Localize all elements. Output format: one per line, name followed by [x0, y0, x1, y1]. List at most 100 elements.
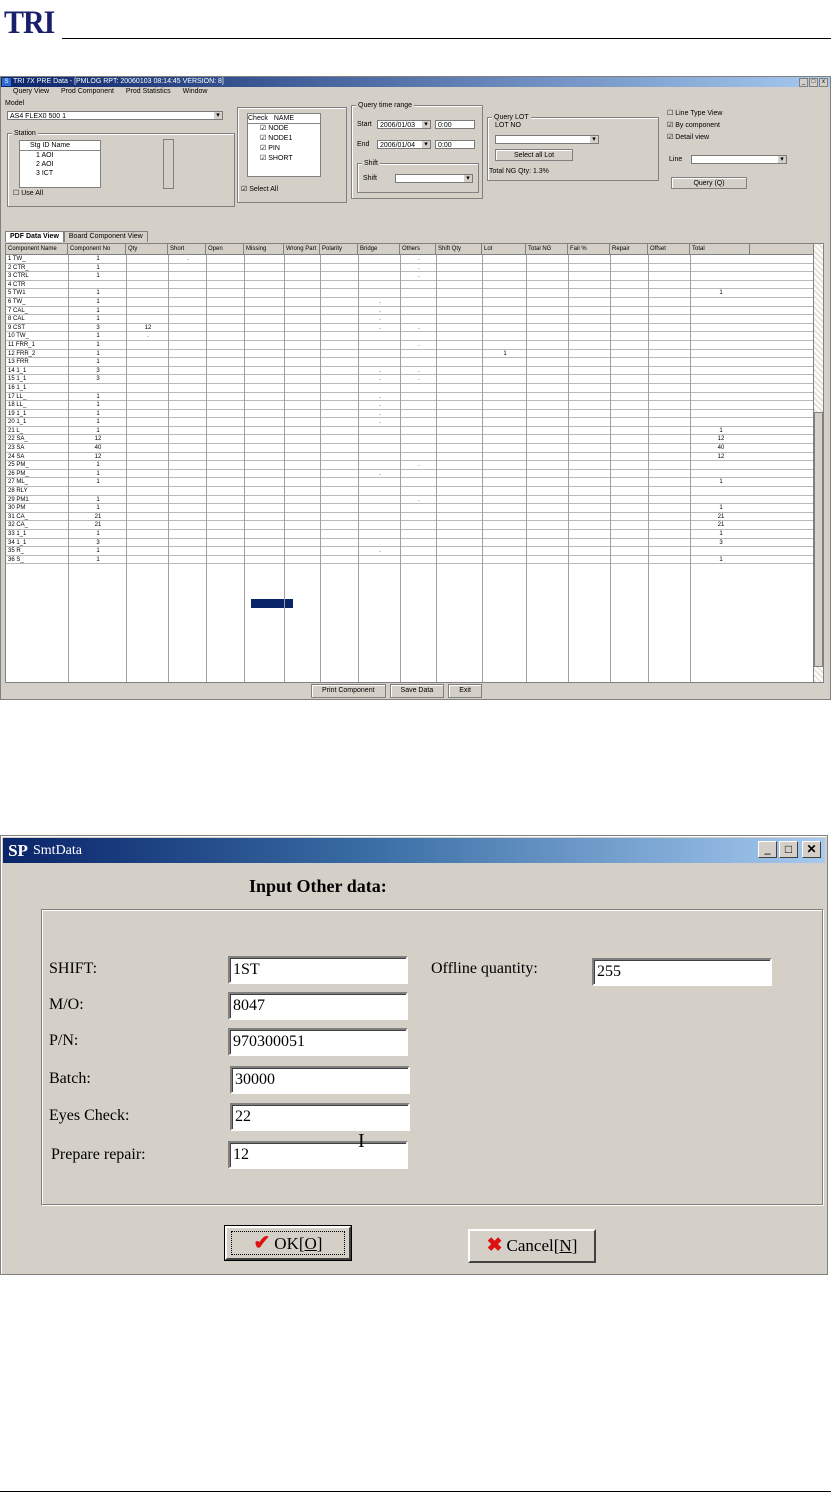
table-cell[interactable] [400, 453, 436, 461]
table-cell[interactable]: . [400, 461, 436, 469]
table-cell[interactable]: . [358, 315, 400, 323]
table-cell[interactable] [358, 255, 400, 263]
table-cell[interactable] [206, 453, 244, 461]
table-row[interactable]: 9 CST 3 12.. [6, 324, 813, 333]
table-cell[interactable] [206, 478, 244, 486]
table-cell[interactable]: 35 R_ [6, 547, 68, 555]
table-cell[interactable] [610, 435, 648, 443]
table-cell[interactable] [610, 367, 648, 375]
table-cell[interactable] [436, 358, 482, 366]
table-cell[interactable] [482, 341, 526, 349]
table-cell[interactable] [320, 461, 358, 469]
table-cell[interactable] [482, 255, 526, 263]
table-cell[interactable]: 3 [68, 375, 126, 383]
table-cell[interactable] [610, 358, 648, 366]
table-cell[interactable] [244, 539, 284, 547]
table-row[interactable]: 12 FRR_2 1 1 [6, 350, 813, 359]
table-cell[interactable] [526, 410, 568, 418]
table-cell[interactable] [436, 461, 482, 469]
table-cell[interactable] [168, 478, 206, 486]
table-cell[interactable] [320, 556, 358, 564]
table-cell[interactable]: 11 FRR_1 [6, 341, 68, 349]
table-cell[interactable] [206, 324, 244, 332]
table-cell[interactable]: 1 [68, 289, 126, 297]
table-cell[interactable] [168, 453, 206, 461]
table-cell[interactable] [568, 307, 610, 315]
table-cell[interactable] [526, 487, 568, 495]
table-cell[interactable] [526, 470, 568, 478]
table-cell[interactable] [648, 307, 690, 315]
table-row[interactable]: 31 CA_ 21 21 [6, 513, 813, 522]
table-cell[interactable] [206, 461, 244, 469]
table-cell[interactable]: 12 [126, 324, 168, 332]
table-cell[interactable] [244, 315, 284, 323]
mo-input[interactable]: 8047 [228, 992, 408, 1020]
table-cell[interactable] [244, 341, 284, 349]
table-cell[interactable] [482, 539, 526, 547]
table-cell[interactable] [526, 315, 568, 323]
table-cell[interactable]: . [358, 418, 400, 426]
table-cell[interactable] [568, 461, 610, 469]
table-cell[interactable] [648, 470, 690, 478]
table-cell[interactable] [400, 435, 436, 443]
table-cell[interactable]: 1 [68, 272, 126, 280]
table-cell[interactable] [244, 453, 284, 461]
table-cell[interactable] [400, 427, 436, 435]
table-cell[interactable] [400, 513, 436, 521]
table-cell[interactable] [126, 496, 168, 504]
table-cell[interactable]: 1 [68, 315, 126, 323]
table-cell[interactable]: 1 [68, 264, 126, 272]
table-cell[interactable] [244, 547, 284, 555]
table-cell[interactable] [358, 289, 400, 297]
table-cell[interactable]: 2 CTR_ [6, 264, 68, 272]
table-cell[interactable] [568, 496, 610, 504]
table-cell[interactable] [284, 315, 320, 323]
table-cell[interactable] [206, 547, 244, 555]
table-cell[interactable] [168, 547, 206, 555]
table-cell[interactable] [206, 367, 244, 375]
table-cell[interactable] [436, 332, 482, 340]
table-cell[interactable] [610, 315, 648, 323]
table-cell[interactable]: 5 TW1 [6, 289, 68, 297]
table-cell[interactable] [690, 547, 750, 555]
table-cell[interactable] [648, 444, 690, 452]
table-cell[interactable] [126, 393, 168, 401]
table-cell[interactable] [690, 401, 750, 409]
table-cell[interactable] [482, 272, 526, 280]
table-row[interactable]: 35 R_ 1. [6, 547, 813, 556]
table-cell[interactable] [526, 513, 568, 521]
table-cell[interactable] [320, 324, 358, 332]
table-cell[interactable]: . [400, 367, 436, 375]
table-cell[interactable] [126, 556, 168, 564]
grid-column-header[interactable]: Total [690, 244, 750, 254]
table-cell[interactable]: 40 [690, 444, 750, 452]
shift-select[interactable] [395, 174, 473, 183]
table-cell[interactable]: 40 [68, 444, 126, 452]
table-cell[interactable]: 1 [68, 556, 126, 564]
table-cell[interactable] [482, 289, 526, 297]
table-cell[interactable] [526, 272, 568, 280]
table-cell[interactable] [284, 393, 320, 401]
table-row[interactable]: 26 PM_ 1. [6, 470, 813, 479]
column-list[interactable]: Check NAME ☑ NODE ☑ NODE1 ☑ PIN ☑ SHORT [247, 113, 321, 177]
table-row[interactable]: 13 FRR 1 [6, 358, 813, 367]
table-cell[interactable]: 1 [690, 427, 750, 435]
table-cell[interactable]: 22 SA_ [6, 435, 68, 443]
table-cell[interactable] [320, 539, 358, 547]
table-cell[interactable] [244, 504, 284, 512]
table-cell[interactable] [526, 350, 568, 358]
table-cell[interactable] [284, 504, 320, 512]
table-cell[interactable] [358, 264, 400, 272]
table-row[interactable]: 25 PM_ 1. [6, 461, 813, 470]
tab-board-component-view[interactable]: Board Component View [63, 231, 148, 242]
table-cell[interactable] [320, 521, 358, 529]
table-cell[interactable] [690, 272, 750, 280]
table-cell[interactable] [206, 358, 244, 366]
table-cell[interactable] [168, 298, 206, 306]
table-cell[interactable] [206, 470, 244, 478]
table-cell[interactable]: 1 [68, 461, 126, 469]
table-cell[interactable]: 1 [68, 341, 126, 349]
table-cell[interactable]: . [400, 341, 436, 349]
table-cell[interactable] [244, 324, 284, 332]
table-cell[interactable]: 9 CST [6, 324, 68, 332]
